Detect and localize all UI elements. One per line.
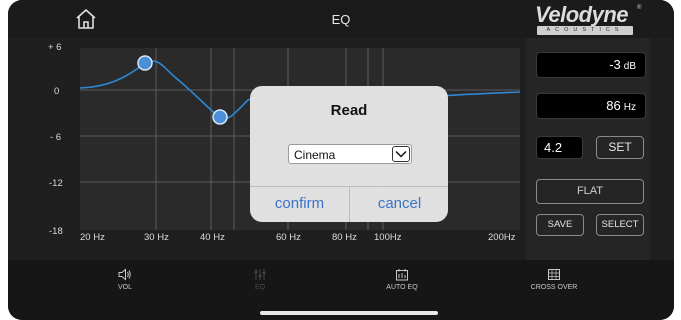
sliders-icon: [254, 269, 266, 280]
x-label-60hz: 60 Hz: [276, 232, 301, 243]
cancel-button[interactable]: cancel: [350, 186, 448, 222]
save-button[interactable]: SAVE: [536, 214, 584, 236]
logo-wordmark: Velodyne: [535, 2, 629, 27]
x-label-100hz: 100Hz: [374, 232, 402, 243]
frequency-field[interactable]: 86 Hz: [536, 93, 646, 119]
home-indicator[interactable]: [260, 311, 438, 315]
confirm-button[interactable]: confirm: [250, 186, 349, 222]
gain-unit: dB: [623, 61, 636, 72]
eq-control-panel: -3 dB 86 Hz 4.2 SET FLAT SAVE SELECT: [526, 38, 650, 260]
y-label-0: 0: [54, 86, 59, 97]
x-label-200hz: 200Hz: [488, 232, 516, 243]
frequency-unit: Hz: [623, 102, 636, 113]
crossover-icon: [548, 269, 560, 280]
set-button[interactable]: SET: [596, 136, 644, 159]
select-button[interactable]: SELECT: [596, 214, 644, 236]
dialog-title: Read: [330, 102, 368, 119]
eq-band-handle-2[interactable]: [212, 109, 228, 125]
chevron-down-icon[interactable]: [392, 146, 410, 162]
x-axis-labels: 20 Hz 30 Hz 40 Hz 60 Hz 80 Hz 100Hz 200H…: [80, 232, 516, 243]
tab-auto-eq[interactable]: AUTO EQ: [362, 268, 442, 291]
bottom-nav: VOL EQ AUTO EQ CROSS OVER: [8, 260, 674, 320]
tab-crossover[interactable]: CROSS OVER: [514, 268, 594, 291]
y-axis-labels: + 6 0 - 6 -12 -18: [48, 42, 63, 237]
preset-select-value: Cinema: [294, 148, 336, 162]
q-value: 4.2: [544, 140, 563, 155]
gain-value: -3: [609, 57, 621, 72]
gain-field[interactable]: -3 dB: [536, 52, 646, 78]
brand-logo: Velodyne ® ACOUSTICS: [533, 2, 645, 38]
y-label-minus6: - 6: [50, 132, 61, 143]
q-field[interactable]: 4.2: [536, 136, 583, 159]
y-label-minus12: -12: [49, 178, 63, 189]
x-label-20hz: 20 Hz: [80, 232, 105, 243]
logo-registered-mark: ®: [637, 5, 642, 11]
tab-eq-label: EQ: [254, 284, 266, 291]
y-label-plus6: + 6: [48, 42, 61, 53]
preset-select[interactable]: Cinema: [288, 144, 412, 164]
x-label-40hz: 40 Hz: [200, 232, 225, 243]
app-window: EQ Velodyne ® ACOUSTICS + 6 0 - 6 -12 -1…: [8, 0, 674, 320]
tab-auto-eq-label: AUTO EQ: [386, 284, 418, 291]
tab-vol-label: VOL: [117, 284, 132, 291]
tab-vol[interactable]: VOL: [85, 268, 165, 291]
x-label-30hz: 30 Hz: [144, 232, 169, 243]
auto-eq-icon: [396, 269, 408, 281]
read-preset-dialog: Read Cinema confirm cancel: [250, 86, 448, 222]
logo-subtitle: ACOUSTICS: [537, 26, 633, 35]
eq-band-handle-1[interactable]: [137, 55, 153, 71]
tab-eq[interactable]: EQ: [220, 268, 300, 291]
x-label-80hz: 80 Hz: [332, 232, 357, 243]
speaker-icon: [118, 268, 131, 281]
top-bar: EQ Velodyne ® ACOUSTICS: [8, 0, 674, 38]
frequency-value: 86: [606, 98, 621, 113]
y-label-minus18: -18: [49, 226, 63, 237]
tab-crossover-label: CROSS OVER: [530, 284, 578, 291]
flat-button[interactable]: FLAT: [536, 179, 644, 204]
